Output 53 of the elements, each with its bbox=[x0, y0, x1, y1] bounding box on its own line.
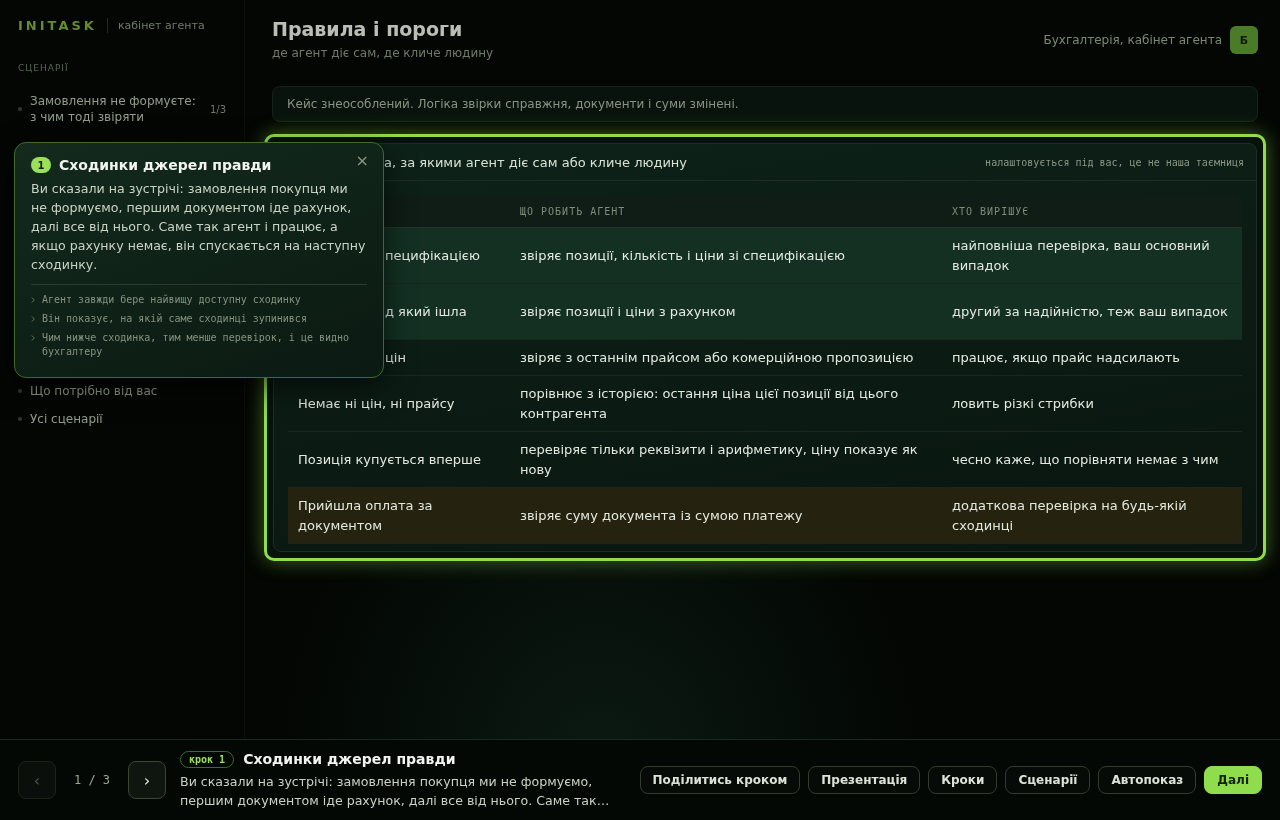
logo: INITASK bbox=[18, 18, 108, 33]
table-cell-text: чесно каже, що порівняти немає з чим bbox=[951, 450, 1220, 469]
tour-button[interactable]: Презентація bbox=[808, 766, 921, 794]
sidebar-item[interactable]: Усі сценарії bbox=[18, 405, 226, 433]
table-cell-text: порівнює з історією: остання ціна цієї позиції від цього контрагента bbox=[519, 384, 900, 423]
popup-point: Чим нижче сходинка, тим менше перевірок, і це видно бухгалтеру bbox=[42, 331, 351, 359]
tour-button[interactable]: Сценарії bbox=[1005, 766, 1091, 794]
chevron-icon bbox=[31, 315, 36, 323]
table-cell-text: додаткова перевірка на будь-якій сходинці bbox=[951, 496, 1188, 535]
popup-point: Він показує, на якій саме сходинці зупинився bbox=[42, 312, 307, 326]
table-cell-text: другий за надійністю, теж ваш випадок bbox=[951, 302, 1229, 321]
table-cell-text: ловить різкі стрибки bbox=[951, 394, 1095, 413]
table-cell-text: звіряє суму документа із сумою платежу bbox=[519, 506, 804, 525]
table-cell-text: перевіряє тільки реквізити і арифметику, ціну показує як нову bbox=[519, 440, 919, 479]
column-header: ЩО РОБИТЬ АГЕНТ bbox=[520, 205, 626, 217]
tour-button[interactable]: Автопоказ bbox=[1098, 766, 1197, 794]
step-text: Ви сказали на зустрічі: замовлення покупця ми не формуємо, першим документом іде рахунок, далі все від нього. Саме так… bbox=[180, 772, 611, 810]
page-title: Правила і пороги bbox=[272, 18, 464, 40]
sidebar-item[interactable]: Що потрібно від вас bbox=[18, 377, 226, 405]
app-subtitle: кабінет агента bbox=[117, 19, 205, 32]
table-cell-text: Немає ні цін, ні прайсу bbox=[297, 394, 456, 413]
avatar[interactable]: Б bbox=[1230, 26, 1258, 54]
table-cell-text: звіряє позиції, кількість і ціни зі специфікацією bbox=[519, 246, 847, 265]
table-cell-text: д який ішла bbox=[385, 302, 468, 321]
close-button[interactable]: × bbox=[351, 149, 373, 172]
table-cell-text: Позиція купується вперше bbox=[297, 450, 482, 469]
next-button[interactable]: › bbox=[128, 761, 166, 799]
page-subtitle: де агент діє сам, де кличе людину bbox=[272, 46, 494, 60]
tour-button[interactable]: Поділитись кроком bbox=[639, 766, 801, 794]
section-label: СЦЕНАРІЇ bbox=[18, 63, 70, 73]
table-cell-text: працює, якщо прайс надсилають bbox=[951, 348, 1181, 367]
table-cell-text: Прийшла оплата за документом bbox=[297, 496, 434, 535]
notice-banner: Кейс знеособлений. Логіка звірки справжня, документи і суми змінені. bbox=[272, 86, 1258, 122]
chevron-icon bbox=[31, 296, 36, 304]
step-title: Сходинки джерел правди bbox=[243, 751, 456, 767]
popup-point: Агент завжди бере найвищу доступну сходинку bbox=[42, 293, 301, 307]
card-note: налаштовується під вас, це не наша таємниця bbox=[985, 156, 1244, 168]
tour-button[interactable]: Далі bbox=[1204, 766, 1262, 794]
step-number: 1 bbox=[31, 157, 51, 173]
table-cell-text: пецифікацією bbox=[385, 246, 481, 265]
table-cell-text: звіряє з останнім прайсом або комерційною пропозицією bbox=[519, 348, 915, 367]
table-cell-text: звіряє позиції і ціни з рахунком bbox=[519, 302, 737, 321]
popup-title: Сходинки джерел правди bbox=[59, 157, 272, 173]
step-counter: 1 / 3 bbox=[72, 773, 112, 787]
column-header: ХТО ВИРІШУЄ bbox=[952, 205, 1030, 217]
chevron-icon bbox=[31, 334, 36, 342]
table-cell-text: цін bbox=[385, 348, 407, 367]
popup-text: Ви сказали на зустрічі: замовлення покупця ми не формуємо, першим документом іде рахунок, далі все від нього. Саме так агент і працює, а якщо рахунку немає, він спускається на наступну сходинку. bbox=[31, 180, 367, 274]
account-name: Бухгалтерія, кабінет агента bbox=[1043, 33, 1222, 47]
table-cell-text: найповніша перевірка, ваш основний випадок bbox=[951, 236, 1211, 275]
sidebar-item[interactable]: Замовлення не формуєте: з чим тоді звіряти 1/3 bbox=[18, 87, 226, 131]
card-title: а, за якими агент діє сам або кличе людину bbox=[384, 154, 688, 170]
tour-button[interactable]: Кроки bbox=[928, 766, 998, 794]
